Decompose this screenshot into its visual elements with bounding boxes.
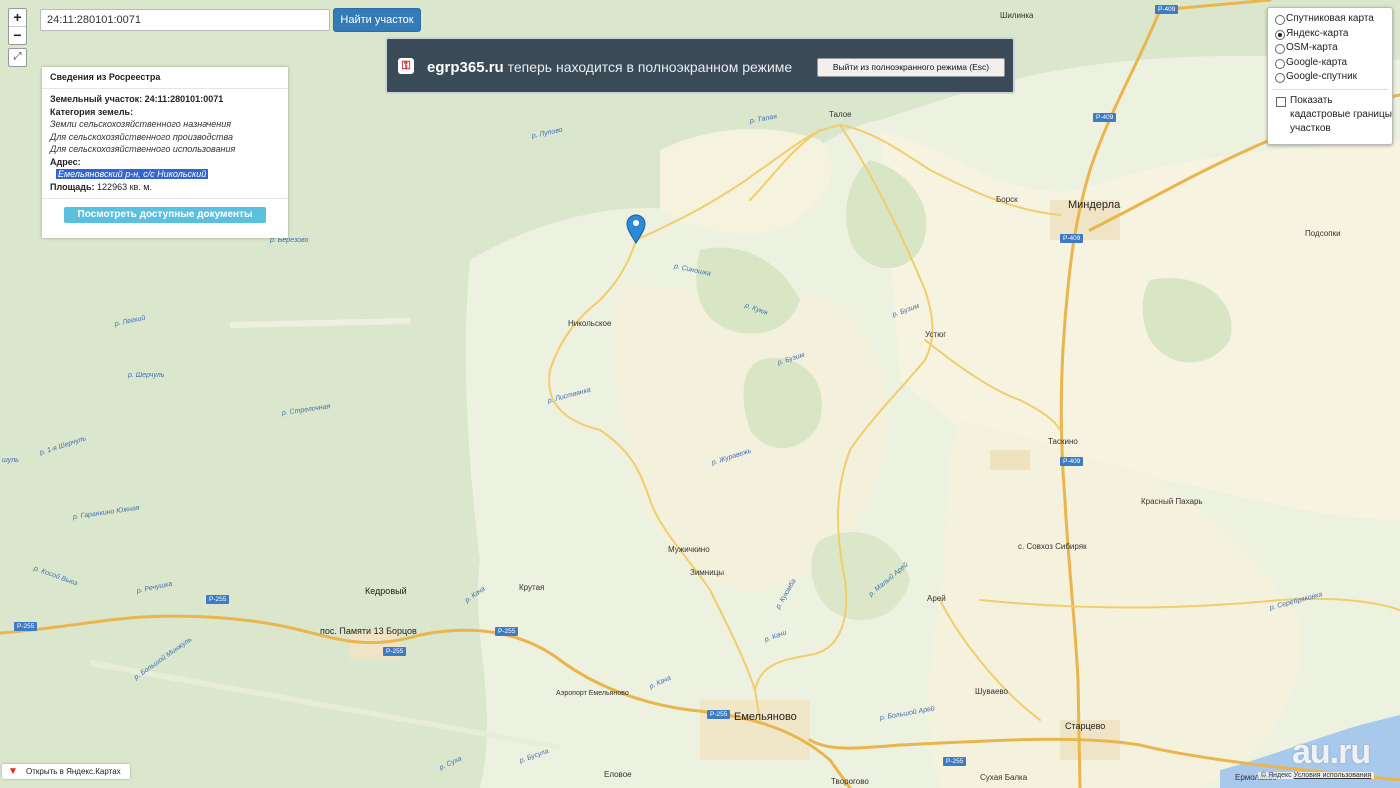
area-value: 122963 кв. м. <box>97 181 152 192</box>
radio-icon <box>1275 58 1285 69</box>
place-label: Талое <box>829 110 852 119</box>
place-label: Устюг <box>925 330 947 339</box>
layer-label: Google-спутник <box>1286 71 1358 82</box>
exit-fullscreen-button[interactable]: Выйти из полноэкранного режима (Esc) <box>817 58 1005 77</box>
place-label: Мужичкино <box>668 545 710 554</box>
category-value: Для сельскохозяйственного производства <box>50 131 233 142</box>
parcel-search-input[interactable] <box>40 9 330 31</box>
river-label: шуль <box>2 457 19 464</box>
layer-option-osm[interactable]: OSM-карта <box>1268 41 1392 56</box>
fullscreen-toggle-button[interactable]: ⤢ <box>8 48 27 67</box>
road-shield: Р-255 <box>14 622 38 631</box>
copyright-text: © Яндекс <box>1261 772 1292 779</box>
radio-icon <box>1275 15 1285 25</box>
place-label: Никольское <box>568 319 612 328</box>
expand-icon: ⤢ <box>13 51 22 62</box>
layer-option-yandex[interactable]: Яндекс-карта <box>1268 27 1392 42</box>
open-in-yandex-link[interactable]: ▼ Открыть в Яндекс.Картах <box>2 764 130 779</box>
river-label: р. Шерчуль <box>128 372 165 379</box>
area-label: Площадь: <box>50 181 95 192</box>
notice-text: теперь находится в полноэкранном режиме <box>503 59 793 75</box>
road-shield: Р-409 <box>1093 113 1117 122</box>
notice-site: egrp365.ru <box>427 59 504 76</box>
road-shield: Р-255 <box>495 627 519 636</box>
terms-link[interactable]: Условия использования <box>1294 772 1372 779</box>
parcel-label: Земельный участок: <box>50 94 143 104</box>
category-value: Земли сельскохозяйственного назначения <box>50 119 232 129</box>
place-label: Емельяново <box>734 711 797 723</box>
find-parcel-button[interactable]: Найти участок <box>333 8 421 32</box>
road-shield: Р-255 <box>943 757 967 766</box>
site-logo-icon: ⚿ <box>398 58 414 74</box>
road-shield: Р-409 <box>1060 234 1084 243</box>
layer-switcher: Спутниковая карта Яндекс-карта OSM-карта… <box>1267 7 1393 145</box>
place-label: Арей <box>927 594 946 603</box>
view-documents-button[interactable]: Посмотреть доступные документы <box>64 207 266 223</box>
category-value: Для сельскохозяйственного использования <box>50 144 236 154</box>
radio-icon <box>1275 44 1285 54</box>
parcel-info-panel: Сведения из Росреестра Земельный участок… <box>42 67 288 238</box>
layer-label: Спутниковая карта <box>1286 13 1374 24</box>
place-label: Шилинка <box>1000 11 1034 20</box>
road-shield: Р-255 <box>206 595 230 604</box>
address-value: Емельяновский р-н, с/с Никольский <box>56 169 209 179</box>
place-label: Таскино <box>1048 437 1078 446</box>
yandex-pin-icon: ▼ <box>8 766 18 777</box>
place-label: пос. Памяти 13 Борцов <box>320 626 417 636</box>
place-label: Зимницы <box>690 568 725 577</box>
road-shield: Р-255 <box>383 647 407 656</box>
layer-option-google-satellite[interactable]: Google-спутник <box>1268 70 1392 85</box>
layer-option-google[interactable]: Google-карта <box>1268 56 1392 71</box>
layer-label: Google-карта <box>1286 56 1348 68</box>
radio-icon <box>1275 73 1285 83</box>
place-label: Старцево <box>1065 721 1106 731</box>
place-label: Борск <box>996 195 1018 204</box>
parcel-id: 24:11:280101:0071 <box>144 94 224 104</box>
layer-label: Яндекс-карта <box>1286 27 1349 39</box>
place-label: Творогово <box>831 777 869 786</box>
place-label: Сухая Балка <box>980 773 1028 782</box>
yandex-link-label: Открыть в Яндекс.Картах <box>26 767 121 776</box>
road-shield: Р-409 <box>1060 457 1084 466</box>
place-label: Еловое <box>604 770 632 779</box>
place-label: Красный Пахарь <box>1141 497 1203 506</box>
place-label: Подсопки <box>1305 229 1341 238</box>
place-label: Кедровый <box>365 586 407 596</box>
checkbox-label: Показать кадастровые границы участков <box>1290 94 1392 134</box>
layer-label: OSM-карта <box>1286 42 1338 53</box>
zoom-out-button[interactable]: − <box>9 26 26 44</box>
zoom-in-button[interactable]: + <box>9 9 26 26</box>
map-copyright: © Яндекс Условия использования <box>1258 772 1375 779</box>
road-shield: Р-409 <box>1155 5 1179 14</box>
zoom-control: + − <box>8 8 27 45</box>
place-label: Миндерла <box>1068 199 1121 211</box>
checkbox-icon <box>1276 96 1286 107</box>
watermark-logo: au.ru <box>1292 733 1371 771</box>
radio-checked-icon <box>1275 29 1285 40</box>
layer-option-satellite[interactable]: Спутниковая карта <box>1268 12 1392 27</box>
road-shield: Р-255 <box>707 710 731 719</box>
address-label: Адрес: <box>50 156 81 167</box>
fullscreen-notice: ⚿ egrp365.ru теперь находится в полноэкр… <box>385 37 1015 94</box>
place-label: Аэропорт Емельяново <box>556 690 629 697</box>
category-label: Категория земель: <box>50 106 134 117</box>
cadastral-borders-checkbox[interactable]: Показать кадастровые границы участков <box>1268 94 1392 136</box>
river-label: р. Березово <box>270 237 309 244</box>
place-label: с. Совхоз Сибиряк <box>1018 542 1087 551</box>
panel-title: Сведения из Росреестра <box>42 67 288 89</box>
place-label: Крутая <box>519 583 545 592</box>
place-label: Шуваево <box>975 687 1008 696</box>
